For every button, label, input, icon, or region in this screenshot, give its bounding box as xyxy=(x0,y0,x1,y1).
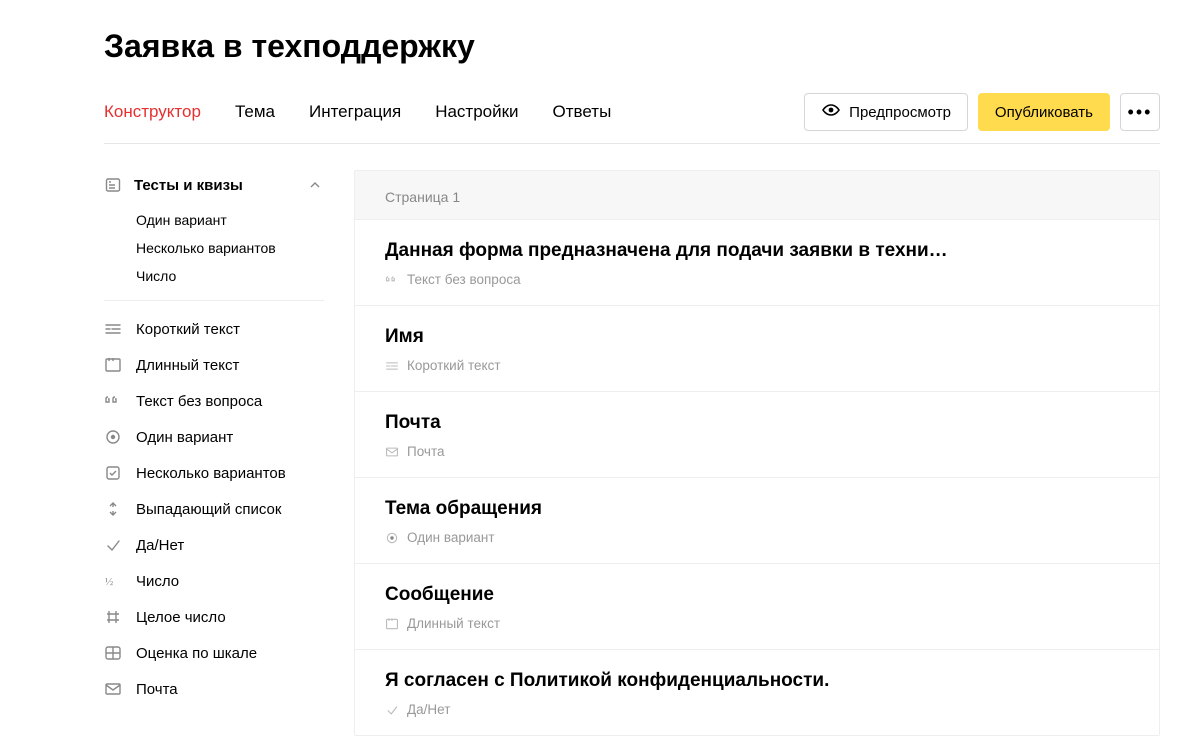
field-type-short-text[interactable]: Короткий текст xyxy=(104,311,324,347)
tab-1[interactable]: Тема xyxy=(235,102,275,122)
yesno-icon xyxy=(104,536,122,554)
dropdown-icon xyxy=(104,500,122,518)
field-type-label: Целое число xyxy=(136,609,226,626)
field-type-label: Короткий текст xyxy=(136,321,240,338)
short-text-icon xyxy=(104,320,122,338)
field-type-hash[interactable]: Целое число xyxy=(104,599,324,635)
field-type-mail[interactable]: Почта xyxy=(104,671,324,707)
tabs: Конструктор Тема Интеграция Настройки Ответы xyxy=(104,102,770,122)
mail-icon xyxy=(104,680,122,698)
radio-icon xyxy=(104,428,122,446)
half-icon xyxy=(104,572,122,590)
header-actions: Предпросмотр Опубликовать ••• xyxy=(804,93,1160,131)
field-type-yesno[interactable]: Да/Нет xyxy=(104,527,324,563)
tabs-row: Конструктор Тема Интеграция Настройки Ответы… xyxy=(104,93,1160,144)
card-title: Данная форма предназначена для подачи за… xyxy=(385,240,1129,262)
form-card-4[interactable]: Сообщение Длинный текст xyxy=(355,563,1159,649)
field-type-label: Несколько вариантов xyxy=(136,465,286,482)
list-icon xyxy=(104,176,122,194)
field-type-label: Почта xyxy=(136,681,178,698)
tab-0[interactable]: Конструктор xyxy=(104,102,201,122)
hash-icon xyxy=(104,608,122,626)
preview-button-label: Предпросмотр xyxy=(849,104,951,121)
long-text-icon xyxy=(104,356,122,374)
field-types-list: Короткий текст Длинный текст Текст без воп… xyxy=(104,311,324,707)
card-subtitle: Один вариант xyxy=(385,530,1129,545)
field-type-label: Один вариант xyxy=(136,429,233,446)
card-type-label: Короткий текст xyxy=(407,358,501,373)
form-card-0[interactable]: Данная форма предназначена для подачи за… xyxy=(355,219,1159,305)
long-text-icon xyxy=(385,617,399,631)
chevron-up-icon xyxy=(306,176,324,194)
sidebar-group-items: Один вариантНесколько вариантовЧисло xyxy=(104,200,324,301)
form-canvas: Страница 1 Данная форма предназначена дл… xyxy=(354,170,1160,736)
field-type-grid[interactable]: Оценка по шкале xyxy=(104,635,324,671)
card-subtitle: Да/Нет xyxy=(385,702,1129,717)
radio-icon xyxy=(385,531,399,545)
card-subtitle: Текст без вопроса xyxy=(385,272,1129,287)
card-title: Почта xyxy=(385,412,1129,434)
page-label: Страница 1 xyxy=(355,171,1159,219)
field-type-quote[interactable]: Текст без вопроса xyxy=(104,383,324,419)
sidebar: Тесты и квизы Один вариантНесколько вари… xyxy=(104,170,324,736)
field-type-label: Длинный текст xyxy=(136,357,239,374)
card-subtitle: Почта xyxy=(385,444,1129,459)
short-text-icon xyxy=(385,359,399,373)
form-card-5[interactable]: Я согласен с Политикой конфиденциальност… xyxy=(355,649,1159,735)
card-title: Тема обращения xyxy=(385,498,1129,520)
card-subtitle: Длинный текст xyxy=(385,616,1129,631)
card-type-label: Да/Нет xyxy=(407,702,450,717)
form-card-3[interactable]: Тема обращения Один вариант xyxy=(355,477,1159,563)
card-type-label: Длинный текст xyxy=(407,616,500,631)
card-type-label: Почта xyxy=(407,444,445,459)
checkbox-icon xyxy=(104,464,122,482)
field-type-long-text[interactable]: Длинный текст xyxy=(104,347,324,383)
sidebar-sub-item-0[interactable]: Один вариант xyxy=(136,206,324,234)
eye-icon xyxy=(821,100,841,124)
more-button[interactable]: ••• xyxy=(1120,93,1160,131)
field-type-label: Число xyxy=(136,573,179,590)
sidebar-sub-item-2[interactable]: Число xyxy=(136,262,324,290)
quote-icon xyxy=(385,273,399,287)
more-icon: ••• xyxy=(1128,102,1153,123)
tab-3[interactable]: Настройки xyxy=(435,102,518,122)
card-type-label: Текст без вопроса xyxy=(407,272,521,287)
sidebar-group-label: Тесты и квизы xyxy=(134,177,243,194)
quote-icon xyxy=(104,392,122,410)
yesno-icon xyxy=(385,703,399,717)
field-type-label: Выпадающий список xyxy=(136,501,281,518)
card-subtitle: Короткий текст xyxy=(385,358,1129,373)
sidebar-group-header[interactable]: Тесты и квизы xyxy=(104,170,324,200)
card-type-label: Один вариант xyxy=(407,530,495,545)
card-title: Сообщение xyxy=(385,584,1129,606)
grid-icon xyxy=(104,644,122,662)
field-type-radio[interactable]: Один вариант xyxy=(104,419,324,455)
publish-button-label: Опубликовать xyxy=(995,104,1093,121)
field-type-checkbox[interactable]: Несколько вариантов xyxy=(104,455,324,491)
content: Тесты и квизы Один вариантНесколько вари… xyxy=(104,170,1160,736)
form-card-1[interactable]: Имя Короткий текст xyxy=(355,305,1159,391)
preview-button[interactable]: Предпросмотр xyxy=(804,93,968,131)
field-type-label: Текст без вопроса xyxy=(136,393,262,410)
field-type-label: Да/Нет xyxy=(136,537,184,554)
tab-4[interactable]: Ответы xyxy=(553,102,612,122)
mail-icon xyxy=(385,445,399,459)
field-type-half[interactable]: Число xyxy=(104,563,324,599)
form-cards: Данная форма предназначена для подачи за… xyxy=(355,219,1159,735)
card-title: Я согласен с Политикой конфиденциальност… xyxy=(385,670,1129,692)
field-type-label: Оценка по шкале xyxy=(136,645,257,662)
publish-button[interactable]: Опубликовать xyxy=(978,93,1110,131)
sidebar-sub-item-1[interactable]: Несколько вариантов xyxy=(136,234,324,262)
tab-2[interactable]: Интеграция xyxy=(309,102,401,122)
form-card-2[interactable]: Почта Почта xyxy=(355,391,1159,477)
field-type-dropdown[interactable]: Выпадающий список xyxy=(104,491,324,527)
page-title: Заявка в техподдержку xyxy=(104,28,1160,65)
card-title: Имя xyxy=(385,326,1129,348)
